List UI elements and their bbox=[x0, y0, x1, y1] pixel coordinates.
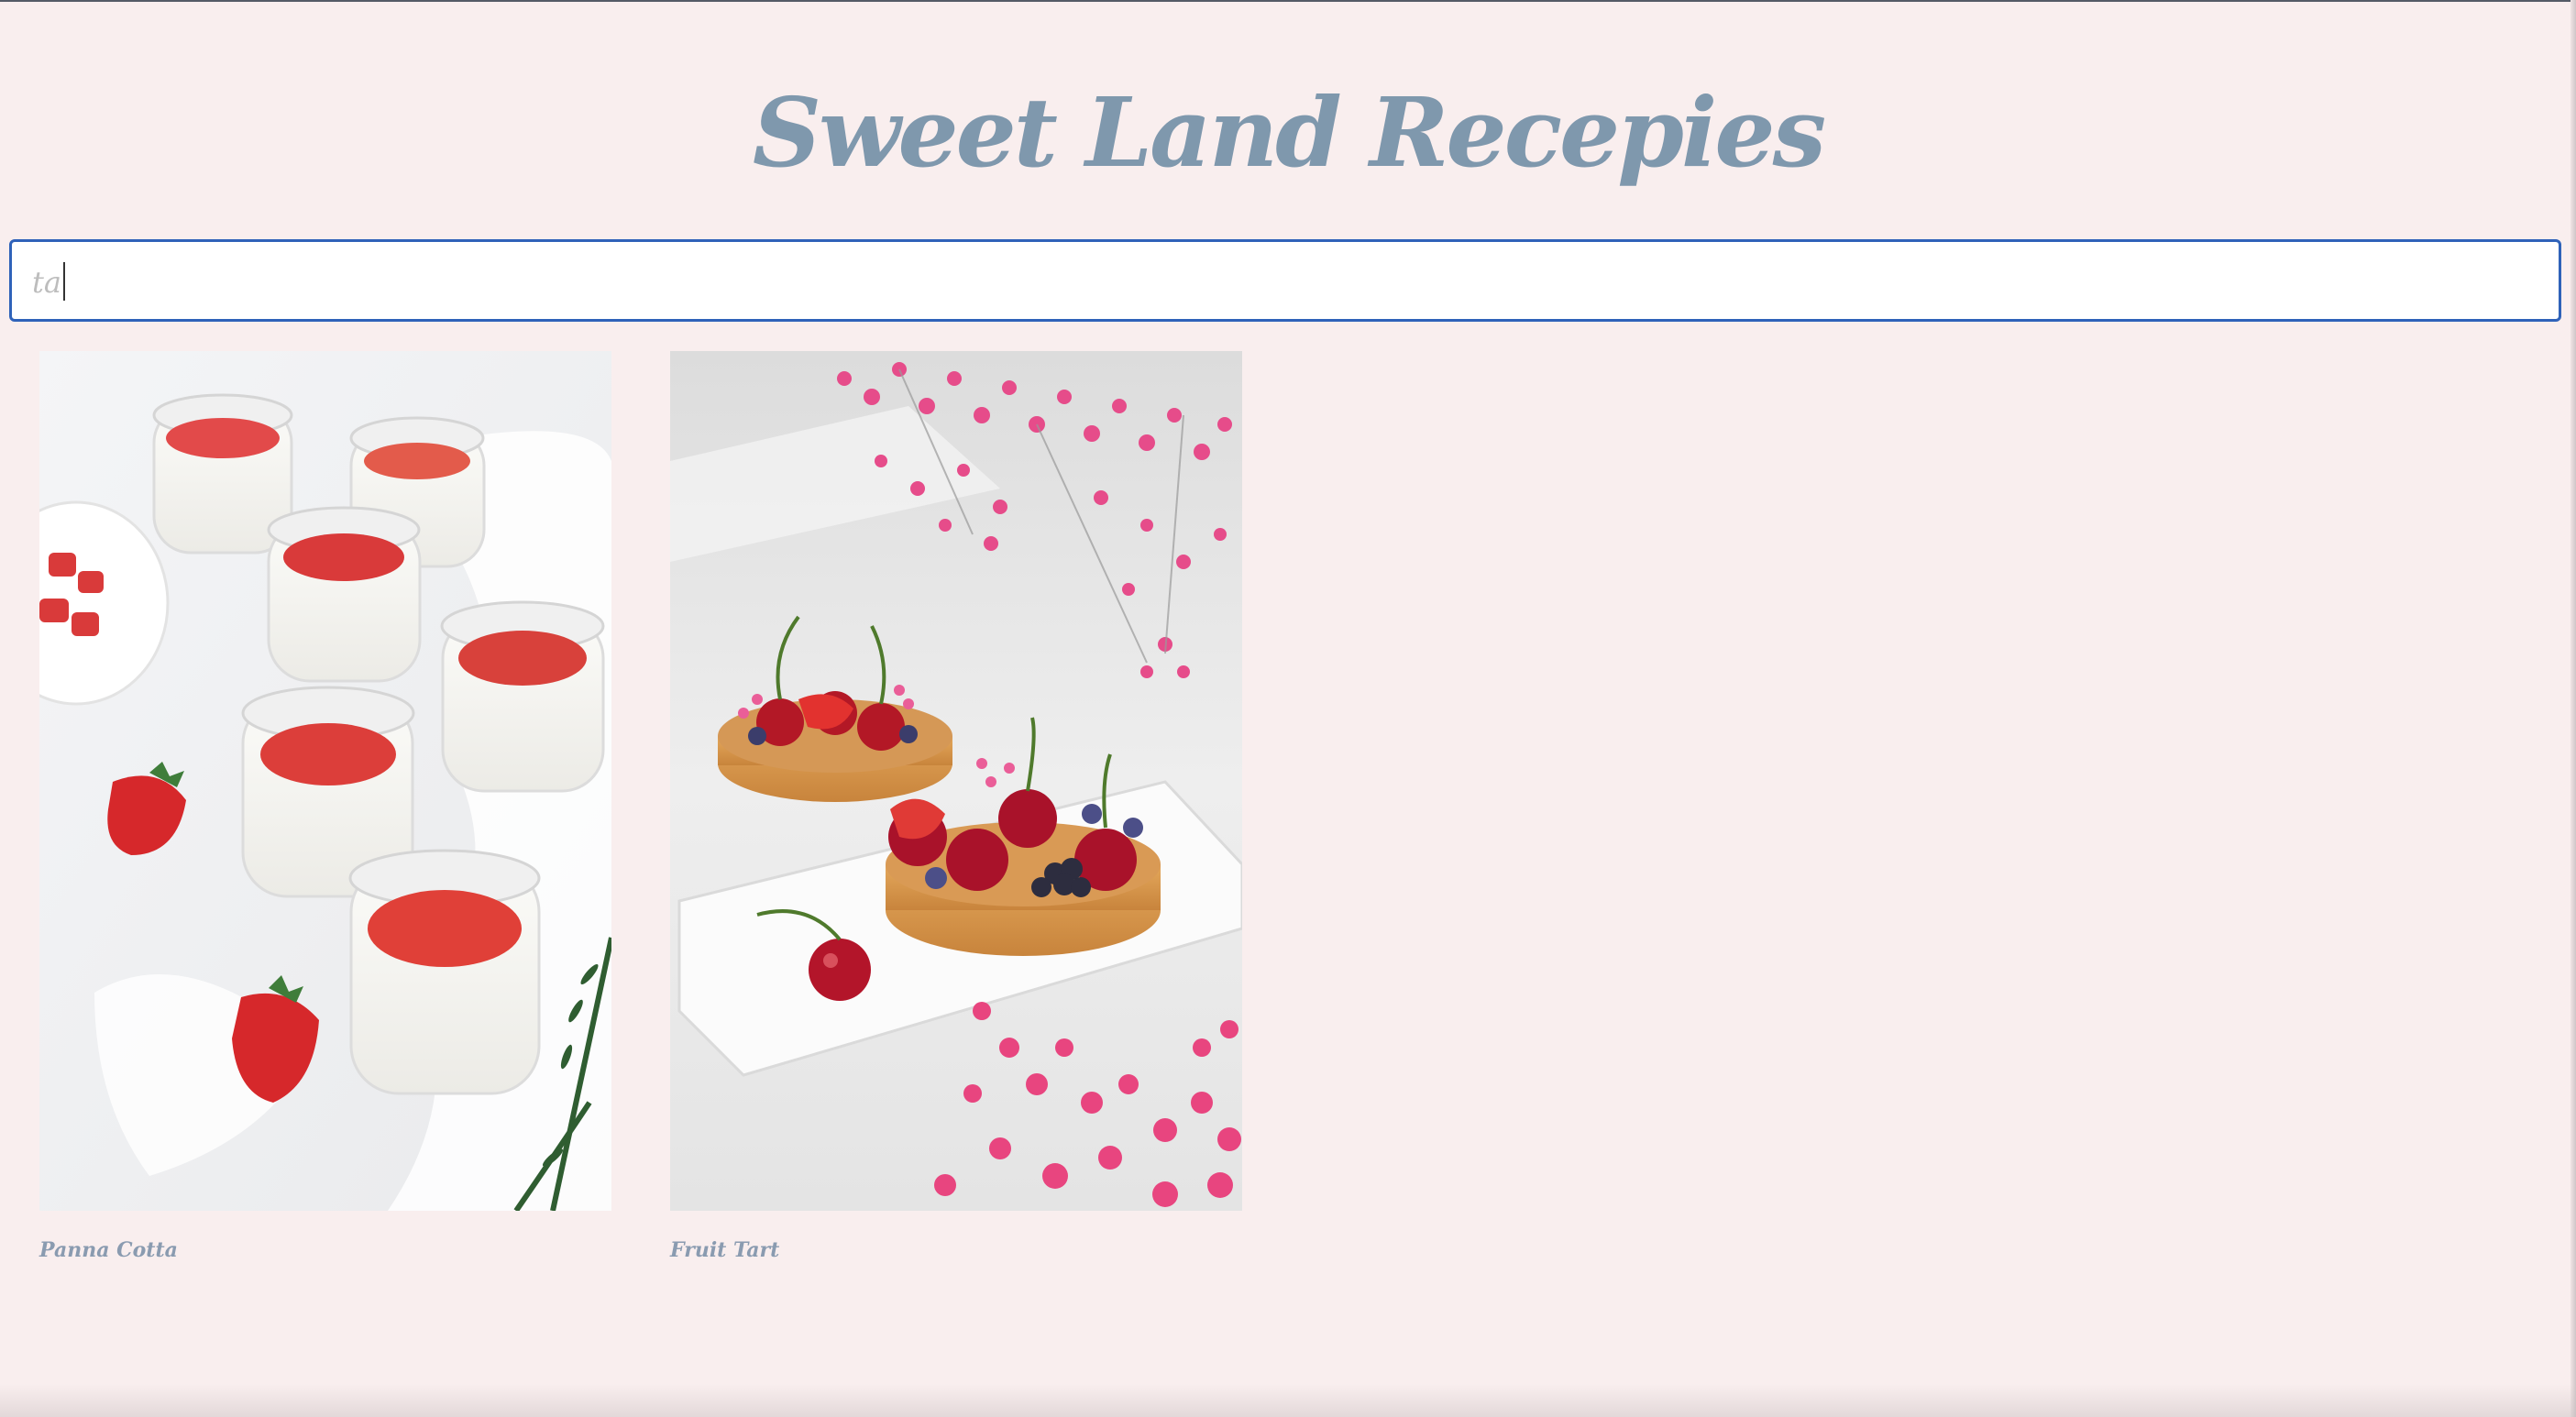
recipe-card-panna-cotta[interactable]: Panna Cotta bbox=[39, 351, 611, 1262]
recipe-card-fruit-tart[interactable]: Fruit Tart bbox=[670, 351, 1242, 1262]
site-title: Sweet Land Recepies bbox=[752, 76, 1826, 189]
recipe-title[interactable]: Fruit Tart bbox=[670, 1238, 1242, 1262]
recipe-title[interactable]: Panna Cotta bbox=[39, 1238, 611, 1262]
panna-cotta-photo[interactable] bbox=[39, 351, 611, 1211]
search-box[interactable]: ta bbox=[9, 239, 2561, 322]
window-bottom-shadow bbox=[0, 1384, 2576, 1417]
window-top-border bbox=[0, 0, 2576, 2]
text-cursor bbox=[63, 262, 65, 301]
window-right-border bbox=[2570, 0, 2576, 1417]
fruit-tart-photo[interactable] bbox=[670, 351, 1242, 1211]
search-input[interactable] bbox=[12, 242, 2559, 319]
